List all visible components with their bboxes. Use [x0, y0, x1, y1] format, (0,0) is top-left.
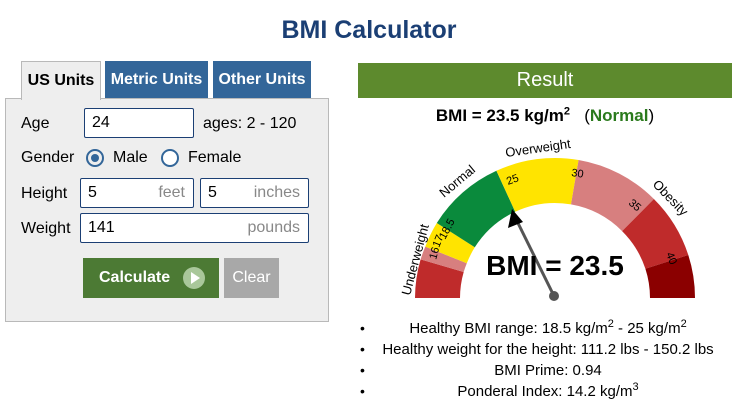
- height-inches-value: 5: [208, 184, 217, 201]
- fact-healthy-bmi-range: Healthy BMI range: 18.5 kg/m2 - 25 kg/m2: [358, 318, 738, 339]
- bmi-result-exp: 2: [563, 105, 571, 118]
- gender-male-label[interactable]: Male: [113, 149, 148, 167]
- tab-us-units[interactable]: US Units: [21, 61, 101, 100]
- bmi-gauge: 16 17 18.5 25 30 35 40 Underweight Norma…: [398, 136, 696, 301]
- height-label: Height: [21, 185, 68, 202]
- gender-male-radio[interactable]: [86, 149, 104, 167]
- age-value: 24: [92, 114, 110, 131]
- gauge-tick-30: 30: [571, 167, 585, 181]
- play-icon: [183, 267, 205, 289]
- weight-input[interactable]: 141 pounds: [80, 213, 309, 243]
- age-hint: ages: 2 - 120: [203, 115, 297, 132]
- weight-unit: pounds: [247, 219, 301, 236]
- result-header: Result: [358, 63, 732, 98]
- height-feet-input[interactable]: 5 feet: [80, 178, 194, 208]
- fact-bmi-prime: BMI Prime: 0.94: [358, 360, 738, 381]
- height-inches-unit: inches: [253, 184, 300, 201]
- age-input[interactable]: 24: [84, 108, 194, 138]
- fact-ponderal-index: Ponderal Index: 14.2 kg/m3: [358, 381, 738, 402]
- height-feet-unit: feet: [158, 184, 185, 201]
- calculate-label: Calculate: [99, 269, 171, 286]
- height-inches-input[interactable]: 5 inches: [200, 178, 309, 208]
- tab-other-units[interactable]: Other Units: [213, 61, 311, 99]
- gender-label: Gender: [21, 149, 75, 166]
- result-facts: Healthy BMI range: 18.5 kg/m2 - 25 kg/m2…: [358, 318, 738, 402]
- tab-metric-units[interactable]: Metric Units: [105, 61, 208, 99]
- age-label: Age: [21, 115, 50, 132]
- gender-female-label[interactable]: Female: [188, 149, 241, 167]
- bmi-result-text: BMI = 23.5 kg/m: [435, 106, 564, 125]
- gauge-label-overweight: Overweight: [504, 136, 572, 160]
- gender-female-radio[interactable]: [161, 149, 179, 167]
- weight-label: Weight: [21, 220, 71, 237]
- fact-healthy-weight: Healthy weight for the height: 111.2 lbs…: [358, 339, 738, 360]
- clear-button[interactable]: Clear: [224, 258, 279, 298]
- height-feet-value: 5: [88, 184, 97, 201]
- page-title: BMI Calculator: [281, 16, 457, 44]
- bmi-result-line: BMI = 23.5 kg/m2 (Normal): [435, 105, 655, 125]
- calculate-button[interactable]: Calculate: [83, 258, 219, 298]
- gauge-center-text: BMI = 23.5: [486, 250, 624, 281]
- bmi-category: Normal: [589, 106, 649, 125]
- weight-value: 141: [88, 219, 115, 236]
